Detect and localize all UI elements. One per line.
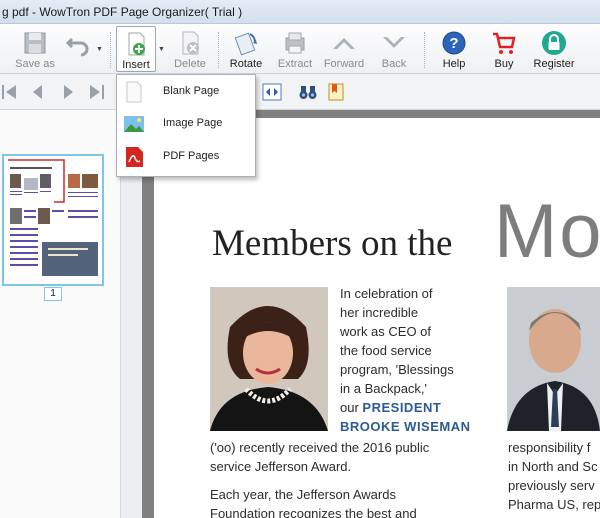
- chevron-up-icon: [333, 38, 355, 49]
- register-button[interactable]: Register: [532, 26, 576, 72]
- article-paragraph: Each year, the Jefferson Awards Foundati…: [210, 485, 417, 518]
- rotate-icon: [234, 32, 257, 56]
- article-line: in North and Sc: [508, 459, 598, 474]
- save-as-button[interactable]: Save as: [12, 26, 58, 72]
- fit-width-icon[interactable]: [262, 82, 282, 102]
- forward-button[interactable]: Forward: [322, 26, 366, 72]
- undo-button[interactable]: [60, 26, 96, 72]
- window-title: g pdf - WowTron PDF Page Organizer( Tria…: [2, 5, 243, 19]
- find-binoculars-icon[interactable]: [298, 82, 318, 102]
- back-button[interactable]: Back: [374, 26, 414, 72]
- menu-item-label: Image Page: [163, 117, 223, 129]
- next-page-icon[interactable]: [58, 82, 78, 102]
- article-line: responsibility f: [508, 440, 591, 455]
- article-word: our: [340, 400, 359, 415]
- article-big-word: Mo: [494, 189, 600, 274]
- insert-label: Insert: [122, 59, 150, 71]
- last-page-icon[interactable]: [86, 82, 106, 102]
- buy-button[interactable]: Buy: [486, 26, 522, 72]
- article-paragraph: ('oo) recently received the 2016 public …: [210, 438, 429, 476]
- highlight-name: PRESIDENT: [362, 400, 442, 415]
- menu-item-label: PDF Pages: [163, 150, 220, 162]
- article-line: in a Backpack,': [340, 381, 428, 396]
- image-page-icon: [124, 116, 144, 132]
- article-line: previously serv: [508, 478, 595, 493]
- lock-icon: [542, 31, 566, 55]
- help-icon: ?: [442, 31, 466, 55]
- delete-button[interactable]: Delete: [170, 26, 210, 72]
- article-line: program, 'Blessings: [340, 362, 454, 377]
- buy-label: Buy: [494, 58, 514, 70]
- register-label: Register: [533, 58, 575, 70]
- article-line: ('oo) recently received the 2016 public: [210, 440, 430, 455]
- insert-button[interactable]: Insert: [116, 26, 156, 72]
- article-line: Foundation recognizes the best and: [210, 506, 417, 518]
- highlight-name: BROOKE WISEMAN: [340, 419, 471, 434]
- help-label: Help: [442, 58, 466, 70]
- delete-page-icon: [182, 31, 199, 55]
- thumbnail-page-number: 1: [44, 287, 62, 301]
- title-bar: g pdf - WowTron PDF Page Organizer( Tria…: [0, 0, 600, 24]
- main-toolbar: Save as ▼ Insert ▼ Delete Rotate Extract…: [0, 24, 600, 74]
- save-icon: [24, 32, 46, 54]
- delete-label: Delete: [174, 58, 206, 70]
- article-headline: Members on the: [212, 223, 453, 264]
- menu-item-pdf-pages[interactable]: PDF Pages: [117, 142, 255, 172]
- thumbnail-preview-image: [4, 156, 102, 284]
- insert-page-icon: [128, 32, 145, 56]
- insert-dropdown-icon[interactable]: ▼: [158, 46, 165, 53]
- article-column-text-right: responsibility f in North and Sc previou…: [508, 438, 600, 514]
- article-line: her incredible: [340, 305, 419, 320]
- menu-item-label: Blank Page: [163, 85, 220, 97]
- article-line: Each year, the Jefferson Awards: [210, 487, 396, 502]
- article-line: our PRESIDENT: [340, 398, 500, 417]
- toolbar-separator: [424, 32, 425, 68]
- previous-page-icon[interactable]: [28, 82, 48, 102]
- article-column-text: In celebration of her incredible work as…: [340, 284, 500, 436]
- article-line: In celebration of: [340, 286, 433, 301]
- page-thumbnail[interactable]: [2, 154, 104, 286]
- navigation-bar: [0, 74, 600, 110]
- article-line: work as CEO of: [340, 324, 432, 339]
- toolbar-separator: [218, 32, 219, 68]
- forward-label: Forward: [323, 58, 365, 70]
- help-button[interactable]: ? Help: [436, 26, 472, 72]
- insert-dropdown-menu: Blank Page Image Page PDF Pages: [116, 74, 256, 177]
- article-line: service Jefferson Award.: [210, 459, 352, 474]
- article-line: the food service: [340, 343, 432, 358]
- save-as-label: Save as: [15, 58, 55, 70]
- extract-icon: [285, 32, 305, 54]
- chevron-down-icon: [383, 37, 405, 48]
- rotate-button[interactable]: Rotate: [226, 26, 266, 72]
- back-label: Back: [381, 58, 407, 70]
- shopping-cart-icon: [493, 32, 516, 54]
- pdf-pages-icon: [126, 147, 143, 167]
- svg-text:?: ?: [449, 35, 458, 52]
- undo-icon: [65, 37, 89, 57]
- portrait-photo-man: [507, 287, 600, 431]
- blank-page-icon: [126, 81, 142, 103]
- article-line: Pharma US, rep: [508, 497, 600, 512]
- portrait-photo-woman: [210, 287, 328, 431]
- bookmark-icon[interactable]: [326, 82, 346, 102]
- toolbar-separator: [110, 32, 111, 68]
- first-page-icon[interactable]: [0, 82, 20, 102]
- rotate-label: Rotate: [229, 58, 263, 70]
- extract-label: Extract: [277, 58, 313, 70]
- undo-dropdown-icon[interactable]: ▼: [96, 46, 103, 53]
- extract-button[interactable]: Extract: [274, 26, 316, 72]
- menu-item-blank-page[interactable]: Blank Page: [117, 77, 255, 107]
- menu-item-image-page[interactable]: Image Page: [117, 109, 255, 139]
